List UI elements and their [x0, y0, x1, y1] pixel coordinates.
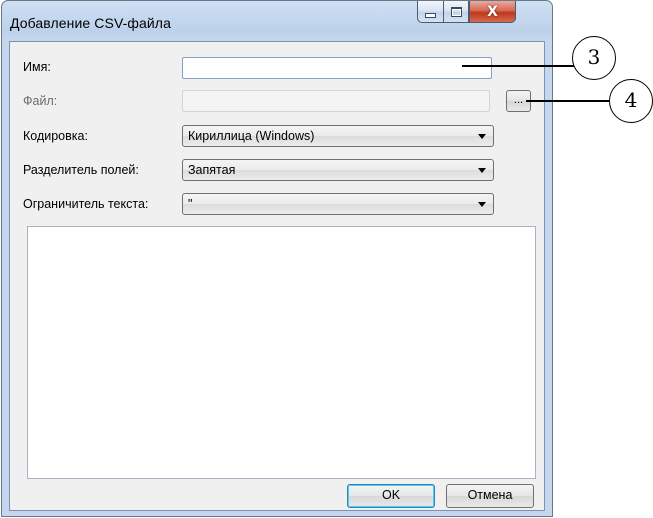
- file-label: Файл:: [23, 94, 58, 108]
- ok-button[interactable]: OK: [347, 484, 435, 508]
- title-bar[interactable]: Добавление CSV-файла X: [2, 1, 552, 41]
- separator-select[interactable]: Запятая: [182, 159, 494, 181]
- encoding-select[interactable]: Кириллица (Windows): [182, 125, 494, 147]
- dropdown-arrow-icon: [478, 134, 486, 139]
- qualifier-label: Ограничитель текста:: [23, 197, 149, 211]
- qualifier-select[interactable]: ": [182, 193, 494, 215]
- encoding-label: Кодировка:: [23, 129, 88, 143]
- window-title: Добавление CSV-файла: [10, 15, 171, 31]
- name-input[interactable]: [182, 57, 492, 79]
- encoding-value: Кириллица (Windows): [188, 129, 315, 143]
- cancel-button[interactable]: Отмена: [446, 484, 534, 508]
- caption-buttons: X: [417, 1, 516, 23]
- minimize-button[interactable]: [417, 1, 443, 23]
- dropdown-arrow-icon: [478, 202, 486, 207]
- dialog-client-area: Имя: Файл: ... Кодировка: Кириллица (Win…: [9, 41, 545, 511]
- maximize-icon: [450, 6, 462, 17]
- callout-marker-3: 3: [572, 36, 616, 80]
- qualifier-value: ": [188, 197, 193, 211]
- name-label: Имя:: [23, 60, 51, 74]
- separator-value: Запятая: [188, 163, 236, 177]
- close-button[interactable]: X: [469, 1, 516, 23]
- close-icon: X: [487, 3, 498, 20]
- callout-line-4: [526, 100, 614, 102]
- file-path-field: [182, 90, 490, 112]
- callout-line-3: [462, 65, 574, 67]
- separator-label: Разделитель полей:: [23, 163, 139, 177]
- csv-preview-area[interactable]: [27, 226, 536, 479]
- callout-marker-4: 4: [609, 79, 653, 123]
- maximize-button[interactable]: [443, 1, 469, 23]
- dropdown-arrow-icon: [478, 168, 486, 173]
- minimize-icon: [425, 12, 436, 18]
- dialog-window: Добавление CSV-файла X Имя: Файл: ... Ко…: [1, 0, 553, 517]
